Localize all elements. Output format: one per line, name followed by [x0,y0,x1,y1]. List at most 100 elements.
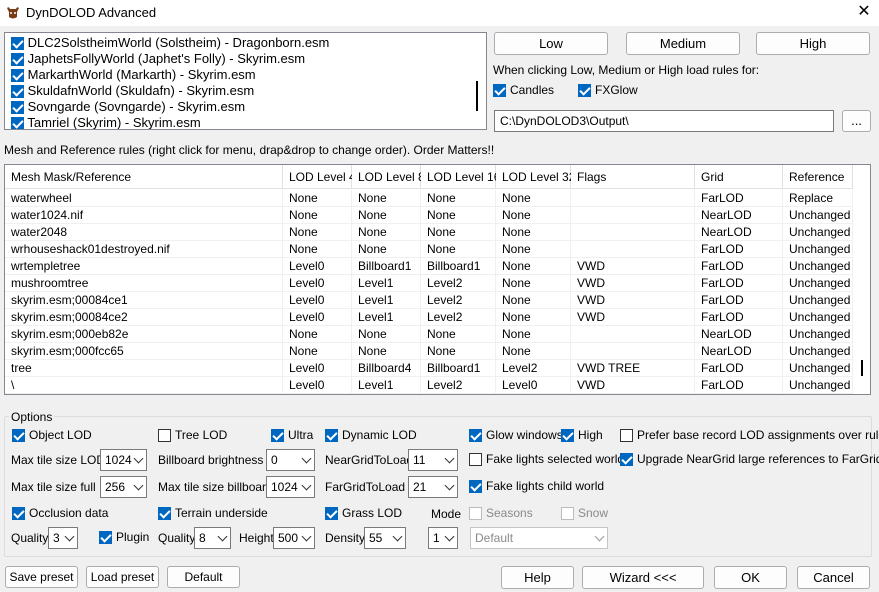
near-grid-select[interactable]: 11 [408,449,458,471]
grass-lod-checkbox[interactable]: Grass LOD [325,506,402,521]
medium-button[interactable]: Medium [626,32,740,55]
terrain-underside-box[interactable] [158,507,171,521]
wizard-button[interactable]: Wizard <<< [582,566,704,589]
prefer-base-box[interactable] [620,429,633,443]
billboard-brightness-select[interactable]: 0 [266,449,315,471]
table-cell: None [496,241,571,258]
browse-button[interactable]: ... [842,110,871,132]
max-tile-size-lod-select[interactable]: 1024 [100,449,147,471]
table-cell: Unchanged [783,326,853,343]
prefer-base-checkbox[interactable]: Prefer base record LOD assignments over … [620,428,879,443]
table-cell: Unchanged [783,377,853,394]
column-header-flags[interactable]: Flags [571,165,695,189]
high-button[interactable]: High [756,32,870,55]
glow-windows-box[interactable] [469,429,482,443]
low-button[interactable]: Low [494,32,608,55]
candles-checkbox-box[interactable] [493,84,506,98]
terrain-quality-select[interactable]: 8 [194,527,231,549]
save-preset-button[interactable]: Save preset [5,566,78,588]
default-button[interactable]: Default [167,566,240,588]
max-tile-size-billboard-select[interactable]: 1024 [266,476,315,498]
list-item[interactable]: MarkarthWorld (Markarth) - Skyrim.esm [11,67,256,83]
upgrade-near-grid-checkbox[interactable]: Upgrade NearGrid large references to Far… [620,452,879,467]
close-icon[interactable]: ✕ [853,2,875,22]
snow-box[interactable] [561,507,574,521]
far-grid-select[interactable]: 21 [408,476,458,498]
fake-lights-selected-box[interactable] [469,453,482,467]
table-cell: Level2 [421,292,496,309]
world-checkbox[interactable] [11,37,24,51]
load-preset-button[interactable]: Load preset [86,566,159,588]
world-checkbox[interactable] [11,85,24,99]
table-cell: Level2 [421,275,496,292]
ultra-checkbox[interactable]: Ultra [271,428,313,443]
terrain-quality-label: Quality [158,531,196,545]
list-item[interactable]: Sovngarde (Sovngarde) - Skyrim.esm [11,99,245,115]
fake-lights-child-checkbox[interactable]: Fake lights child world [469,479,604,494]
high-box[interactable] [561,429,574,443]
occlusion-data-checkbox[interactable]: Occlusion data [12,506,108,521]
dynamic-lod-checkbox[interactable]: Dynamic LOD [325,428,417,443]
column-header-lod4[interactable]: LOD Level 4 [283,165,356,189]
seasons-box[interactable] [469,507,482,521]
table-cell: NearLOD [695,224,783,241]
candles-checkbox[interactable]: Candles [493,83,554,98]
fake-lights-child-box[interactable] [469,480,482,494]
column-header-reference[interactable]: Reference [783,165,853,189]
max-tile-size-full-select[interactable]: 256 [100,476,147,498]
column-header-grid[interactable]: Grid [695,165,783,189]
tree-lod-box[interactable] [158,429,171,443]
list-item[interactable]: SkuldafnWorld (Skuldafn) - Skyrim.esm [11,83,254,99]
cancel-button[interactable]: Cancel [797,566,870,589]
table-scrollbar[interactable] [861,360,863,376]
column-header-mesh[interactable]: Mesh Mask/Reference [5,165,283,189]
height-select[interactable]: 500 [273,527,315,549]
table-cell: FarLOD [695,190,783,207]
fxglow-checkbox[interactable]: FXGlow [578,83,638,98]
list-item[interactable]: JaphetsFollyWorld (Japhet's Folly) - Sky… [11,51,305,67]
season-preset-select[interactable]: Default [470,527,608,549]
terrain-underside-checkbox[interactable]: Terrain underside [158,506,268,521]
snow-checkbox[interactable]: Snow [561,506,608,521]
table-cell [571,343,695,360]
column-header-lod16[interactable]: LOD Level 16 [421,165,500,189]
world-checkbox[interactable] [11,69,24,83]
chevron-down-icon [64,531,75,542]
seasons-checkbox[interactable]: Seasons [469,506,533,521]
world-checkbox[interactable] [11,53,24,67]
dynamic-lod-box[interactable] [325,429,338,443]
occlusion-data-box[interactable] [12,507,25,521]
table-cell: Unchanged [783,309,853,326]
column-header-lod32[interactable]: LOD Level 32 [496,165,575,189]
object-lod-checkbox[interactable]: Object LOD [12,428,92,443]
world-checkbox[interactable] [11,101,24,115]
world-checkbox[interactable] [11,117,24,129]
output-path-field[interactable]: C:\DynDOLOD3\Output\ [494,110,834,132]
list-item[interactable]: DLC2SolstheimWorld (Solstheim) - Dragonb… [11,35,329,51]
upgrade-near-grid-box[interactable] [620,453,633,467]
help-button[interactable]: Help [501,566,574,589]
list-item[interactable]: Tamriel (Skyrim) - Skyrim.esm [11,115,201,129]
density-select[interactable]: 55 [364,527,406,549]
rules-table[interactable]: Mesh Mask/Reference LOD Level 4 LOD Leve… [4,164,871,395]
column-header-lod8[interactable]: LOD Level 8 [352,165,425,189]
fake-lights-selected-checkbox[interactable]: Fake lights selected world [469,452,624,467]
plugin-checkbox[interactable]: Plugin [99,530,149,545]
table-cell: Level1 [352,292,421,309]
mode-select[interactable]: 1 [428,527,458,549]
object-lod-box[interactable] [12,429,25,443]
table-cell: skyrim.esm;000eb82e [5,326,283,343]
ok-button[interactable]: OK [714,566,787,589]
worldspace-list[interactable]: DLC2SolstheimWorld (Solstheim) - Dragonb… [4,32,487,130]
glow-windows-checkbox[interactable]: Glow windows [469,428,563,443]
table-cell: None [421,190,496,207]
occlusion-quality-select[interactable]: 3 [48,527,78,549]
tree-lod-checkbox[interactable]: Tree LOD [158,428,227,443]
ultra-box[interactable] [271,429,284,443]
fxglow-checkbox-box[interactable] [578,84,591,98]
table-cell: skyrim.esm;00084ce2 [5,309,283,326]
grass-lod-box[interactable] [325,507,338,521]
plugin-box[interactable] [99,531,112,545]
high-checkbox[interactable]: High [561,428,603,443]
worldspace-scrollbar[interactable] [476,81,478,111]
